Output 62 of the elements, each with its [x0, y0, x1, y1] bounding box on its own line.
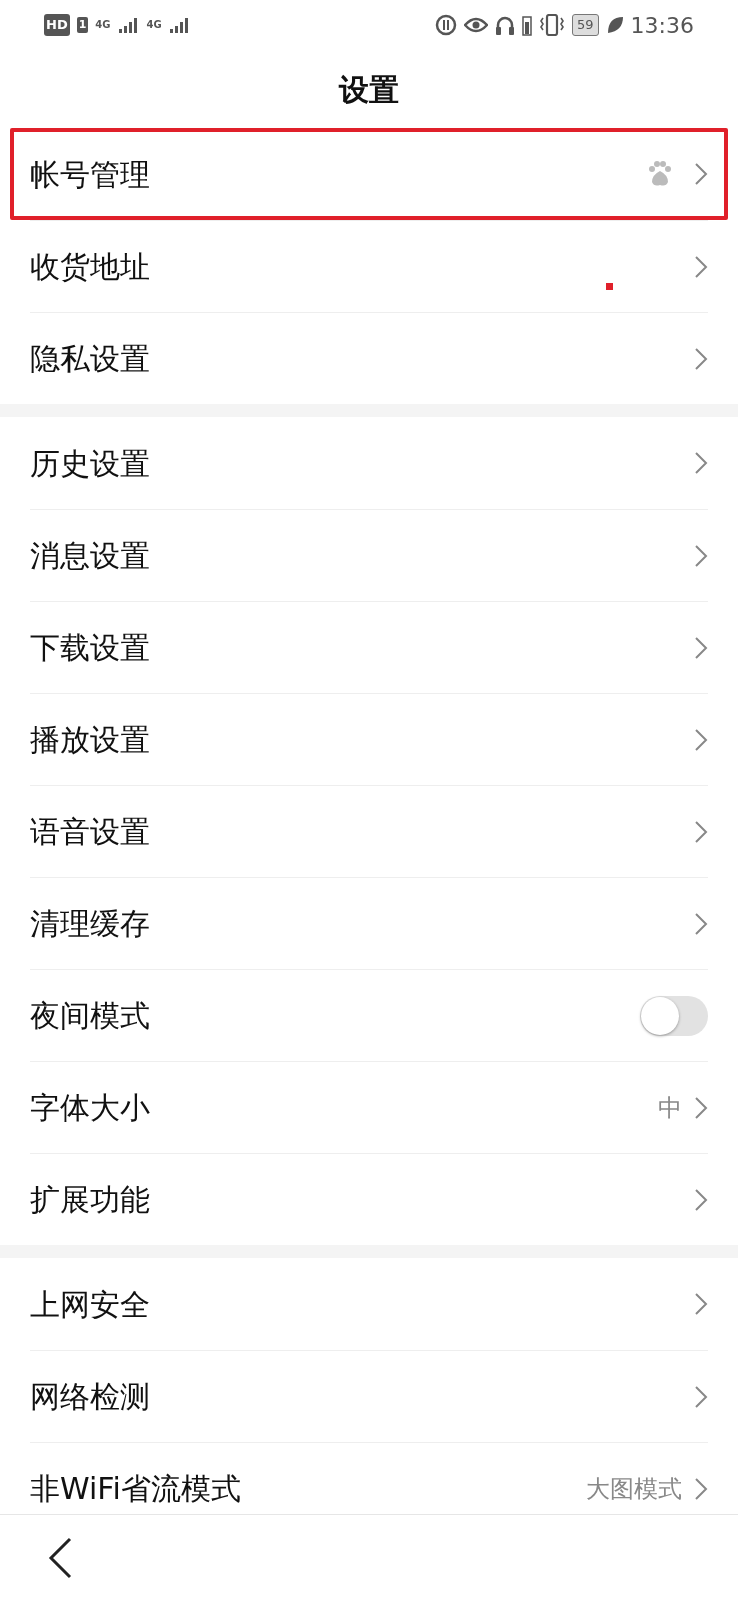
signal-icon — [117, 16, 140, 34]
row-value: 大图模式 — [586, 1473, 682, 1505]
settings-row[interactable]: 夜间模式 — [30, 969, 708, 1061]
vibrate-icon — [539, 14, 566, 36]
signal-icon — [168, 16, 191, 34]
network-label: 4G — [95, 20, 111, 30]
chevron-right-icon — [694, 451, 708, 475]
settings-row[interactable]: 历史设置 — [30, 417, 708, 509]
eye-icon — [464, 17, 489, 33]
row-label: 下载设置 — [30, 629, 151, 667]
page-title: 设置 — [339, 70, 399, 109]
row-label: 语音设置 — [30, 813, 151, 851]
settings-row[interactable]: 语音设置 — [30, 785, 708, 877]
row-label: 上网安全 — [30, 1285, 151, 1324]
settings-row[interactable]: 消息设置 — [30, 509, 708, 601]
row-value: 中 — [658, 1092, 682, 1124]
network-label: 4G — [146, 20, 162, 30]
row-label: 非WiFi省流模式 — [30, 1470, 242, 1508]
chevron-right-icon — [694, 911, 708, 936]
back-button[interactable] — [46, 1535, 74, 1580]
settings-row[interactable]: 上网安全 — [30, 1258, 708, 1350]
chevron-right-icon — [694, 727, 708, 752]
data-saver-icon — [435, 14, 458, 36]
row-label: 隐私设置 — [30, 340, 151, 378]
sim-label: 1 — [76, 16, 89, 34]
battery-level: 59 — [572, 14, 599, 36]
chevron-right-icon — [694, 254, 708, 279]
chevron-right-icon — [694, 819, 708, 844]
headphones-icon — [495, 14, 516, 36]
row-label: 网络检测 — [30, 1378, 151, 1416]
battery-small-icon — [522, 14, 533, 36]
settings-row[interactable]: 隐私设置 — [30, 312, 708, 404]
chevron-right-icon — [694, 1095, 708, 1120]
chevron-right-icon — [694, 635, 708, 660]
row-label: 夜间模式 — [30, 997, 151, 1035]
row-label: 字体大小 — [30, 1089, 151, 1127]
settings-row[interactable]: 清理缓存 — [30, 877, 708, 969]
settings-row[interactable]: 扩展功能 — [30, 1153, 708, 1245]
highlighted-row[interactable]: 帐号管理 — [10, 128, 728, 220]
settings-row[interactable]: 下载设置 — [30, 601, 708, 693]
row-label: 播放设置 — [30, 721, 151, 759]
chevron-right-icon — [694, 1187, 708, 1212]
chevron-right-icon — [694, 162, 708, 186]
settings-row[interactable]: 网络检测 — [30, 1350, 708, 1442]
row-label: 收货地址 — [30, 248, 151, 286]
clock: 13:36 — [630, 11, 694, 40]
row-label: 清理缓存 — [30, 905, 151, 943]
settings-row[interactable]: 收货地址 — [30, 220, 708, 312]
toggle-switch[interactable] — [640, 995, 708, 1036]
row-label: 消息设置 — [30, 537, 151, 575]
chevron-right-icon — [694, 346, 708, 371]
settings-row[interactable]: 字体大小 中 — [30, 1061, 708, 1153]
chevron-right-icon — [694, 1384, 708, 1409]
row-label: 扩展功能 — [30, 1181, 151, 1219]
row-label: 历史设置 — [30, 444, 151, 483]
chevron-right-icon — [694, 1476, 708, 1501]
hd-label: HD — [44, 14, 70, 36]
chevron-right-icon — [694, 543, 708, 568]
row-label: 帐号管理 — [30, 155, 151, 194]
leaf-icon — [605, 15, 624, 35]
settings-row[interactable]: 播放设置 — [30, 693, 708, 785]
chevron-right-icon — [694, 1292, 708, 1316]
